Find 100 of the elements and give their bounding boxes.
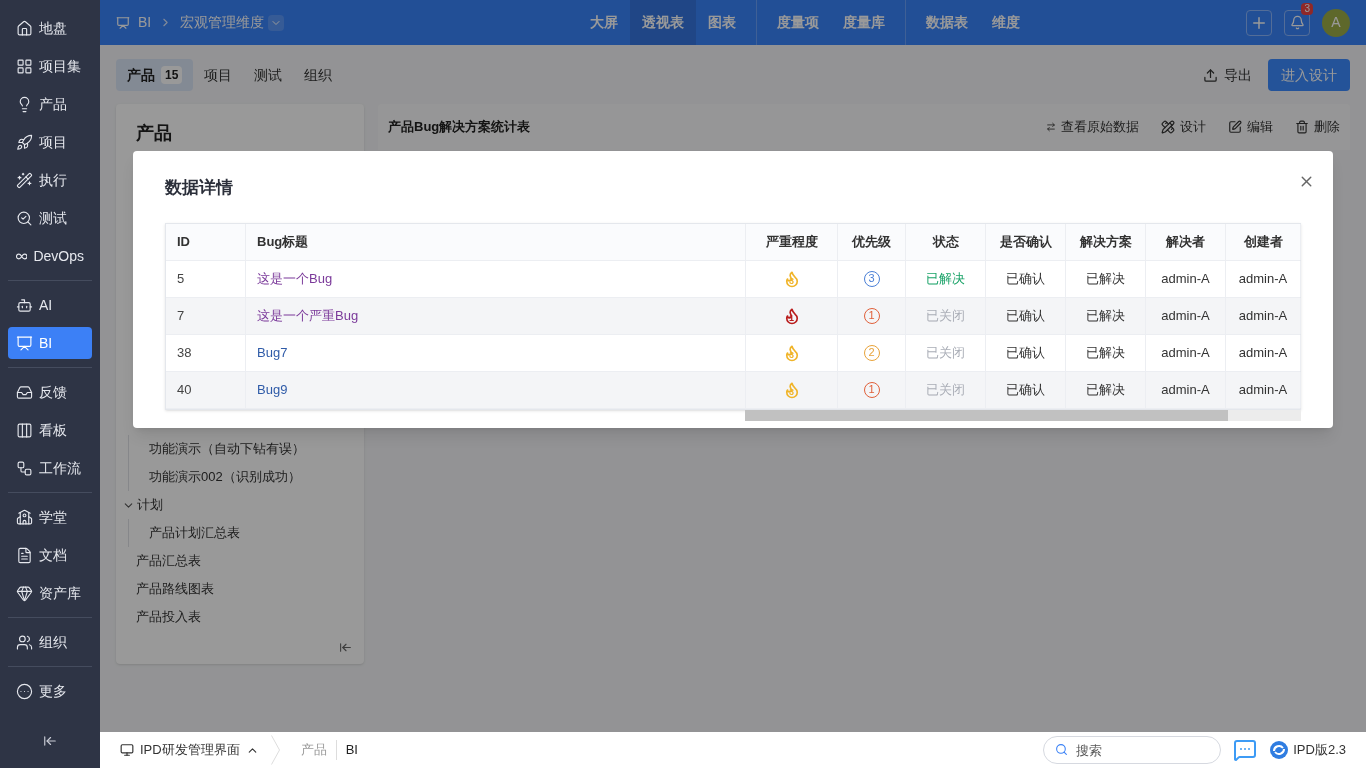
sidebar-item[interactable]: DevOps [8,240,92,272]
inbox-icon [16,383,33,401]
column-header: ID [166,223,246,260]
report-action[interactable]: 删除 [1295,117,1340,137]
report-title: 产品Bug解决方案统计表 [388,118,531,137]
infinity-icon [16,251,28,261]
school-icon [16,508,33,526]
sub-tab[interactable]: 产品 15 [116,59,194,91]
table-cell: 已确认 [986,334,1066,371]
tree-item[interactable]: 计划 [120,491,350,519]
sidebar-item[interactable]: 文档 [8,539,92,571]
sidebar-item[interactable]: 看板 [8,414,92,446]
breadcrumb-item[interactable]: 产品 [291,740,336,760]
severity-flame-icon: 3 [783,380,800,399]
report-action[interactable]: 设计 [1161,117,1206,137]
chart-board-icon [16,334,33,352]
sidebar-item[interactable]: 地盘 [8,12,92,44]
bug-title-link[interactable]: Bug7 [257,342,288,363]
column-header: 解决者 [1146,223,1226,260]
version-button[interactable]: IPD版2.3 [1269,740,1346,760]
tree-item[interactable]: 产品路线图表 [120,575,350,603]
search-field[interactable]: 搜索 [1043,736,1222,764]
chat-icon[interactable] [1233,738,1258,762]
collapse-icon [339,641,352,654]
sub-tab[interactable]: 测试 [243,59,294,91]
table-cell: 已解决 [1066,334,1146,371]
tree-item[interactable]: 功能演示002（识别成功） [149,463,350,491]
table-cell: admin-A [1146,334,1226,371]
collapse-icon [43,734,57,748]
sidebar-item[interactable]: 执行 [8,164,92,196]
table-cell: admin-A [1146,297,1226,334]
table-cell: 5 [166,260,246,297]
sidebar-item[interactable]: 产品 [8,88,92,120]
bug-title-link[interactable]: 这是一个严重Bug [257,305,359,326]
tree-item[interactable]: 产品计划汇总表 [149,519,350,547]
table-cell: admin-A [1226,371,1301,408]
severity-flame-icon: 3 [783,343,800,362]
status-cell: 已关闭 [906,297,986,334]
dropdown-button[interactable] [268,14,285,31]
panel-title: 产品 [135,122,173,145]
table-cell: 已确认 [986,371,1066,408]
status-cell: 已关闭 [906,371,986,408]
app-switcher[interactable]: IPD研发管理界面 [120,740,259,760]
collapse-button[interactable] [339,641,352,654]
bug-title-link[interactable]: Bug9 [257,379,288,400]
swirl-logo-icon [1269,740,1290,760]
sub-tab[interactable]: 组织 [293,59,344,91]
edit-icon [1228,120,1242,134]
users-icon [16,633,33,651]
tree-item[interactable]: 产品汇总表 [120,547,350,575]
table-cell: 38 [166,334,246,371]
table-cell: 已确认 [986,297,1066,334]
add-button[interactable] [1246,9,1272,36]
status-cell: 已解决 [906,260,986,297]
bug-title-link[interactable]: 这是一个Bug [257,268,333,289]
table-cell: admin-A [1146,371,1226,408]
search-icon [1055,743,1069,756]
table-cell: admin-A [1226,260,1301,297]
sidebar-item[interactable]: 更多 [8,675,92,707]
sidebar-item[interactable]: 组织 [8,626,92,658]
severity-flame-icon: 3 [783,269,800,288]
sidebar-item[interactable]: AI [8,289,92,321]
table-cell: 40 [166,371,246,408]
sidebar-item[interactable]: 反馈 [8,376,92,408]
column-header: 解决方案 [1066,223,1146,260]
ruler-pencil-icon [1161,120,1175,134]
sidebar-item[interactable]: 项目 [8,126,92,158]
rocket-icon [16,133,33,151]
table-cell: 7 [166,297,246,334]
table-cell: admin-A [1226,334,1301,371]
dialog-title: 数据详情 [165,177,233,199]
tree-item[interactable]: 产品投入表 [120,603,350,631]
sidebar-item[interactable]: 学堂 [8,501,92,533]
gem-icon [16,584,33,602]
table-cell: 已解决 [1066,371,1146,408]
table-cell: 已解决 [1066,260,1146,297]
sidebar-item[interactable]: BI [8,327,92,359]
report-action[interactable]: 编辑 [1228,117,1273,137]
monitor-icon [120,743,134,757]
sidebar-item[interactable]: 项目集 [8,50,92,82]
sidebar-item[interactable]: 资产库 [8,577,92,609]
swap-icon [1046,122,1056,132]
breadcrumb-item[interactable]: BI [335,740,367,760]
column-header: 严重程度 [746,223,838,260]
export-button[interactable]: 导出 [1203,64,1252,86]
house-icon [16,19,33,37]
bell-icon [1289,15,1305,30]
grid-icon [16,57,33,75]
status-cell: 已关闭 [906,334,986,371]
report-action[interactable]: 查看原始数据 [1046,117,1139,137]
sidebar-item[interactable]: 测试 [8,202,92,234]
sub-tab[interactable]: 项目 [193,59,244,91]
tree-item[interactable]: 功能演示（自动下钻有误） [149,435,350,463]
document-icon [16,546,33,564]
robot-icon [16,296,33,314]
chart-board-icon [116,15,130,30]
chevron-icon [270,735,280,765]
column-header: 创建者 [1226,223,1301,260]
sidebar-item[interactable]: 工作流 [8,452,92,484]
nav-tab[interactable]: 透视表 [630,0,697,45]
